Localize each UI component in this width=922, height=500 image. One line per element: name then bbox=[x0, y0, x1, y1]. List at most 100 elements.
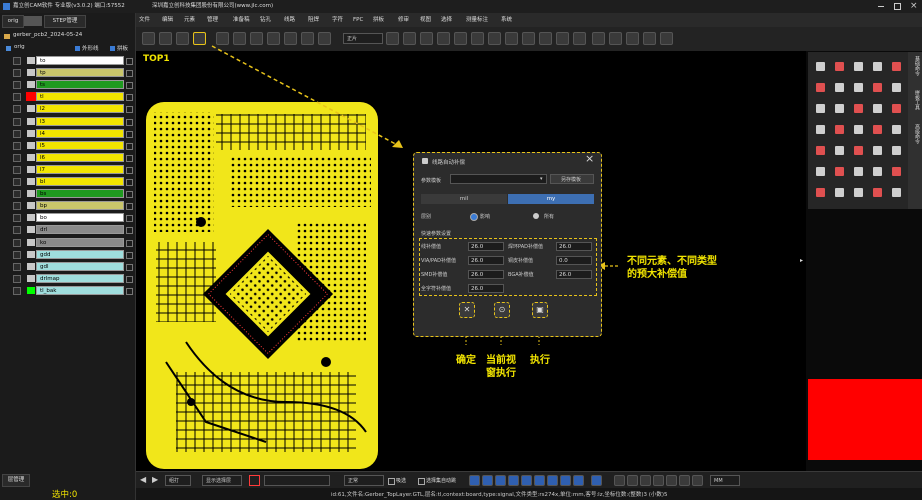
arrow-icon[interactable] bbox=[521, 475, 532, 486]
save-template-button[interactable]: 另存模板 bbox=[550, 174, 594, 184]
line-icon[interactable] bbox=[495, 475, 506, 486]
compensation-value-input[interactable]: 26.0 bbox=[468, 242, 504, 251]
scope-affect-label: 影响 bbox=[480, 214, 491, 220]
dot-icon[interactable] bbox=[534, 475, 545, 486]
wrench-icon bbox=[422, 158, 428, 164]
unit-mil-label: mil bbox=[459, 196, 469, 202]
compensation-value-input[interactable]: 26.0 bbox=[468, 256, 504, 265]
command-icon[interactable] bbox=[816, 104, 825, 113]
scope-all-label: 所有 bbox=[544, 214, 555, 220]
command-grid bbox=[808, 52, 908, 209]
command-icon[interactable] bbox=[816, 62, 825, 71]
command-icon[interactable] bbox=[835, 167, 844, 176]
command-icon[interactable] bbox=[854, 62, 863, 71]
unit-my-tab[interactable]: my bbox=[508, 194, 594, 204]
zoom-dropdown[interactable]: 组打 bbox=[165, 475, 191, 486]
angle-icon[interactable] bbox=[640, 475, 651, 486]
frame-icon[interactable] bbox=[249, 475, 260, 486]
command-icon[interactable] bbox=[854, 83, 863, 92]
command-icon[interactable] bbox=[873, 104, 882, 113]
execute-button[interactable]: ▣ bbox=[532, 302, 548, 318]
command-icon[interactable] bbox=[892, 83, 901, 92]
compensation-label: VIA/PAD补偿值 bbox=[421, 258, 456, 264]
compensation-value-input[interactable]: 26.0 bbox=[468, 284, 504, 293]
slash-icon[interactable] bbox=[627, 475, 638, 486]
move-icon[interactable] bbox=[666, 475, 677, 486]
unit-mil-tab[interactable]: mil bbox=[421, 194, 507, 204]
save-template-label: 另存模板 bbox=[561, 177, 582, 183]
prev-arrow-icon[interactable]: ◀ bbox=[140, 475, 146, 484]
side-tab[interactable]: 高级命令 bbox=[910, 124, 920, 144]
command-icon[interactable] bbox=[816, 146, 825, 155]
compensation-value-input[interactable]: 26.0 bbox=[556, 270, 592, 279]
command-icon[interactable] bbox=[854, 146, 863, 155]
select-icon[interactable] bbox=[591, 475, 602, 486]
command-icon[interactable] bbox=[892, 125, 901, 134]
auto-jump-checkbox[interactable] bbox=[418, 478, 425, 485]
command-icon[interactable] bbox=[892, 104, 901, 113]
compensation-value-input[interactable]: 26.0 bbox=[556, 242, 592, 251]
unit-dropdown[interactable]: MM bbox=[710, 475, 740, 486]
command-icon[interactable] bbox=[835, 62, 844, 71]
command-icon[interactable] bbox=[854, 188, 863, 197]
coordinate-input[interactable] bbox=[264, 475, 330, 486]
command-icon[interactable] bbox=[816, 125, 825, 134]
cross-icon[interactable] bbox=[653, 475, 664, 486]
command-icon[interactable] bbox=[816, 167, 825, 176]
next-arrow-icon[interactable]: ▶ bbox=[152, 475, 158, 484]
command-icon[interactable] bbox=[816, 188, 825, 197]
quick-settings-label: 快速参数设置 bbox=[421, 231, 452, 237]
command-icon[interactable] bbox=[835, 125, 844, 134]
callout-run-view: 当前视 窗执行 bbox=[486, 355, 516, 379]
scope-all-radio[interactable] bbox=[533, 213, 539, 219]
command-icon[interactable] bbox=[835, 104, 844, 113]
pen-icon[interactable] bbox=[469, 475, 480, 486]
compensation-value-input[interactable]: 0.0 bbox=[556, 256, 592, 265]
show-selected-layer-button[interactable]: 显示选择层 bbox=[202, 475, 242, 486]
compensation-label: BGA补偿值 bbox=[508, 272, 534, 278]
side-tab[interactable]: 基础命令 bbox=[910, 56, 920, 76]
compensation-label: 铜皮补偿值 bbox=[508, 258, 534, 264]
expand-arrow-icon[interactable]: ▸ bbox=[800, 257, 803, 264]
compensation-value-input[interactable]: 26.0 bbox=[468, 270, 504, 279]
command-icon[interactable] bbox=[835, 83, 844, 92]
command-icon[interactable] bbox=[892, 188, 901, 197]
absorb-checkbox[interactable] bbox=[388, 478, 395, 485]
grid-icon[interactable] bbox=[573, 475, 584, 486]
compensation-label: 全字符补偿值 bbox=[421, 286, 452, 292]
filter-icon[interactable] bbox=[560, 475, 571, 486]
command-icon[interactable] bbox=[873, 83, 882, 92]
callout-confirm: 确定 bbox=[456, 355, 476, 366]
zoom-icon[interactable] bbox=[692, 475, 703, 486]
unit-my-label: my bbox=[546, 196, 556, 202]
side-tab[interactable]: 拼板工具 bbox=[910, 90, 920, 110]
auto-jump-label: 选择集自动跳 bbox=[426, 478, 457, 484]
mode-dropdown[interactable]: 正常 bbox=[344, 475, 384, 486]
command-icon[interactable] bbox=[892, 146, 901, 155]
command-icon[interactable] bbox=[892, 62, 901, 71]
scope-affect-radio[interactable] bbox=[470, 213, 478, 221]
bottom-toolbar: ◀ ▶ 组打 显示选择层 正常 吸选 选择集自动跳 MM bbox=[136, 471, 922, 489]
run-current-view-button[interactable]: ⊙ bbox=[494, 302, 510, 318]
rect-icon[interactable] bbox=[508, 475, 519, 486]
command-icon[interactable] bbox=[835, 146, 844, 155]
triangle-icon[interactable] bbox=[482, 475, 493, 486]
command-icon[interactable] bbox=[873, 188, 882, 197]
close-icon[interactable]: × bbox=[585, 152, 594, 165]
command-icon[interactable] bbox=[835, 188, 844, 197]
confirm-button[interactable]: ✕ bbox=[459, 302, 475, 318]
circle-icon[interactable] bbox=[547, 475, 558, 486]
ruler-icon[interactable] bbox=[679, 475, 690, 486]
command-icon[interactable] bbox=[892, 167, 901, 176]
command-icon[interactable] bbox=[854, 125, 863, 134]
compensation-label: 线补偿值 bbox=[421, 244, 442, 250]
command-icon[interactable] bbox=[854, 104, 863, 113]
command-icon[interactable] bbox=[816, 83, 825, 92]
command-icon[interactable] bbox=[873, 125, 882, 134]
command-icon[interactable] bbox=[873, 167, 882, 176]
measure-icon[interactable] bbox=[614, 475, 625, 486]
command-icon[interactable] bbox=[873, 146, 882, 155]
template-select[interactable] bbox=[450, 174, 547, 184]
command-icon[interactable] bbox=[854, 167, 863, 176]
command-icon[interactable] bbox=[873, 62, 882, 71]
